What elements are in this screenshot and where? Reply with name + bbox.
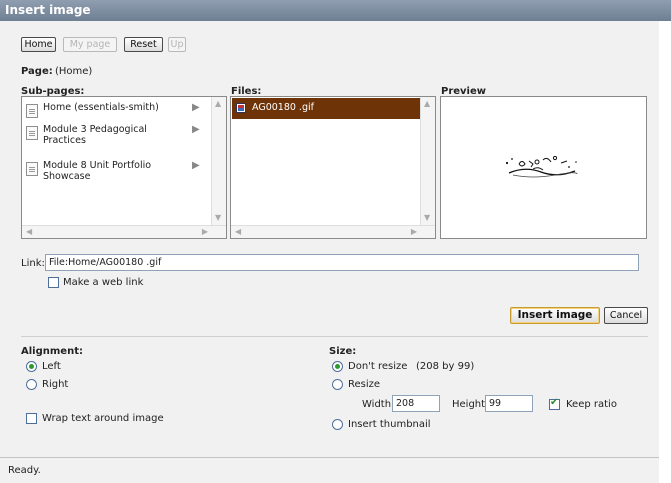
width-label: Width: [362, 399, 395, 410]
horizontal-scrollbar[interactable]: ◀ ▶ [22, 225, 226, 238]
subpage-label: Module 3 Pedagogical Practices [43, 124, 147, 146]
preview-image [505, 155, 578, 178]
horizontal-scrollbar[interactable]: ◀ ▶ [231, 225, 435, 238]
image-file-icon [236, 103, 246, 113]
web-link-label: Make a web link [63, 277, 144, 288]
page-icon [26, 126, 38, 140]
wrap-text-checkbox[interactable] [26, 413, 37, 424]
thumbnail-label: Insert thumbnail [348, 419, 431, 430]
align-right-label: Right [42, 379, 69, 390]
page-icon [26, 104, 38, 118]
preview-pane [440, 96, 647, 239]
web-link-checkbox[interactable] [48, 277, 59, 288]
image-dimensions: (208 by 99) [416, 361, 475, 372]
vertical-scrollbar[interactable]: ▲ ▼ [211, 97, 226, 225]
expand-arrow-icon[interactable]: ▶ [192, 102, 200, 113]
up-button[interactable]: Up [168, 37, 186, 52]
subpage-label: Home (essentials-smith) [43, 102, 159, 113]
page-icon [26, 162, 38, 176]
align-left-label: Left [42, 361, 61, 372]
scroll-down-icon[interactable]: ▼ [424, 214, 430, 222]
keep-ratio-label: Keep ratio [566, 399, 617, 410]
align-right-radio[interactable] [26, 379, 37, 390]
scroll-up-icon[interactable]: ▲ [215, 100, 221, 108]
list-item[interactable]: AG00180 .gif [232, 98, 420, 119]
list-item[interactable]: Module 3 Pedagogical Practices ▶ [26, 124, 216, 148]
divider [21, 336, 648, 337]
file-label: AG00180 .gif [252, 102, 314, 113]
cancel-button[interactable]: Cancel [604, 307, 648, 324]
link-label: Link: [21, 258, 45, 269]
wrap-text-label: Wrap text around image [42, 413, 164, 424]
height-label: Height: [452, 399, 489, 410]
status-text: Ready. [8, 465, 41, 476]
status-divider [0, 457, 659, 458]
resize-label: Resize [348, 379, 381, 390]
scroll-right-icon[interactable]: ▶ [202, 228, 208, 236]
scroll-up-icon[interactable]: ▲ [424, 100, 430, 108]
subpage-label: Module 8 Unit Portfolio Showcase [43, 160, 152, 182]
scroll-down-icon[interactable]: ▼ [215, 214, 221, 222]
expand-arrow-icon[interactable]: ▶ [192, 124, 200, 135]
my-page-button[interactable]: My page [63, 37, 117, 52]
reset-button[interactable]: Reset [124, 37, 163, 52]
subpages-list[interactable]: Home (essentials-smith) ▶ Module 3 Pedag… [21, 96, 227, 239]
expand-arrow-icon[interactable]: ▶ [192, 160, 200, 171]
scroll-right-icon[interactable]: ▶ [411, 228, 417, 236]
insert-image-dialog: Home My page Reset Up Page: (Home) Sub-p… [0, 21, 659, 483]
home-button[interactable]: Home [21, 37, 56, 52]
dialog-title: Insert image [0, 0, 671, 21]
dont-resize-label: Don't resize [348, 361, 408, 372]
page-label: Page: [21, 66, 53, 77]
link-input[interactable]: File:Home/AG00180 .gif [45, 254, 639, 271]
align-left-radio[interactable] [26, 361, 37, 372]
resize-radio[interactable] [332, 379, 343, 390]
thumbnail-radio[interactable] [332, 419, 343, 430]
insert-image-button[interactable]: Insert image [510, 307, 600, 324]
page-value: (Home) [55, 66, 93, 77]
keep-ratio-checkbox[interactable] [549, 397, 560, 410]
height-input[interactable]: 99 [485, 395, 533, 412]
list-item[interactable]: Module 8 Unit Portfolio Showcase ▶ [26, 160, 216, 184]
dont-resize-radio[interactable] [332, 361, 343, 372]
width-input[interactable]: 208 [392, 395, 440, 412]
size-label: Size: [329, 346, 357, 357]
scroll-left-icon[interactable]: ◀ [26, 228, 32, 236]
files-list[interactable]: AG00180 .gif ▲ ▼ ◀ ▶ [230, 96, 436, 239]
scroll-left-icon[interactable]: ◀ [235, 228, 241, 236]
alignment-label: Alignment: [21, 346, 83, 357]
list-item[interactable]: Home (essentials-smith) ▶ [26, 102, 216, 118]
vertical-scrollbar[interactable]: ▲ ▼ [420, 97, 435, 225]
